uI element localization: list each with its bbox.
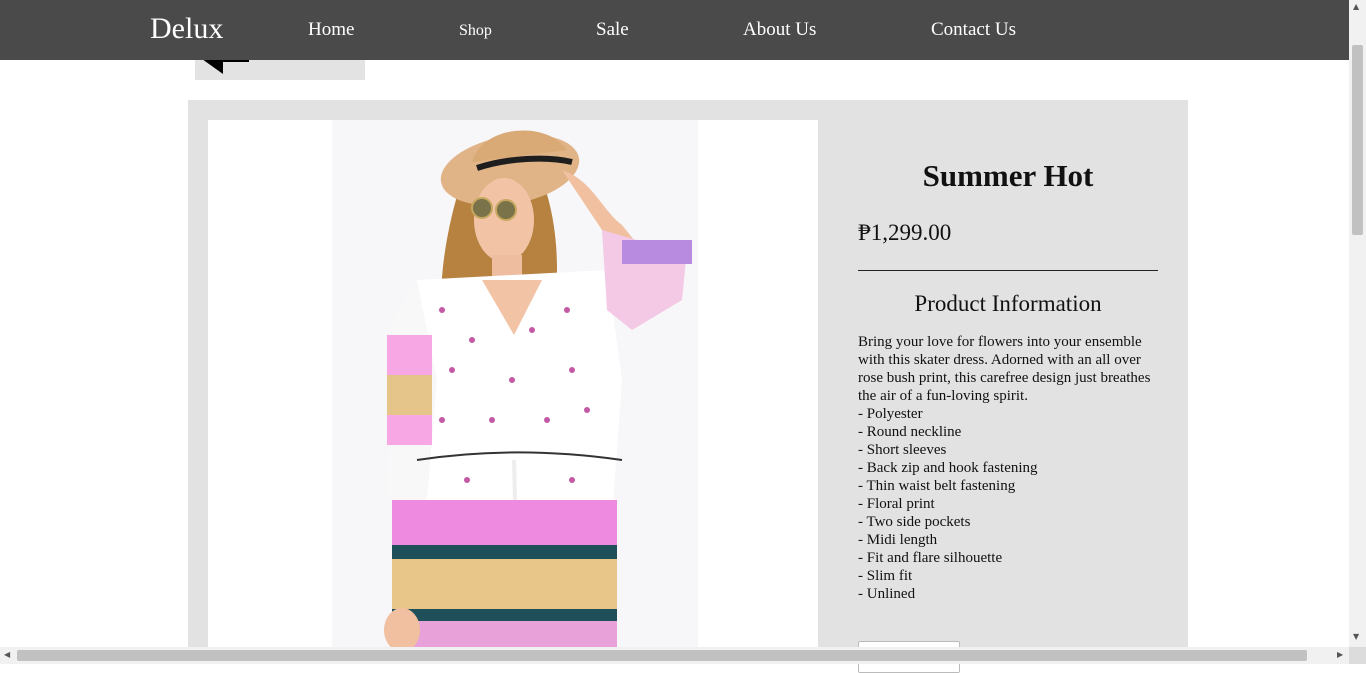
vertical-scroll-thumb[interactable]	[1352, 45, 1363, 235]
product-info-heading: Product Information	[914, 291, 1102, 316]
feature-item: - Thin waist belt fastening	[858, 478, 1016, 494]
feature-item: - Round neckline	[858, 424, 962, 440]
feature-item: - Fit and flare silhouette	[858, 550, 1003, 566]
feature-item: - Short sleeves	[858, 442, 947, 458]
feature-item: - Slim fit	[858, 568, 913, 584]
model-in-dress-illustration	[332, 120, 698, 660]
brand-logo[interactable]: Delux	[150, 12, 223, 46]
feature-item: - Midi length	[858, 532, 938, 548]
scroll-down-icon[interactable]: ▼	[1353, 632, 1359, 641]
product-image	[208, 120, 818, 660]
product-price: ₱1,299.00	[858, 220, 952, 245]
scrollbar-corner	[1349, 647, 1366, 664]
feature-item: - Floral print	[858, 496, 935, 512]
nav-link-home[interactable]: Home	[308, 19, 354, 41]
nav-link-shop[interactable]: Shop	[459, 22, 492, 40]
feature-item: - Two side pockets	[858, 514, 971, 530]
scroll-right-icon[interactable]: ▶	[1337, 650, 1343, 659]
product-info: Summer Hot ₱1,299.00 Product Information…	[858, 120, 1158, 603]
scroll-left-icon[interactable]: ◀	[4, 650, 10, 659]
navbar: Delux Home Shop Sale About Us Contact Us	[0, 0, 1349, 60]
horizontal-scroll-thumb[interactable]	[17, 650, 1307, 661]
feature-item: - Unlined	[858, 586, 916, 602]
product-description: Bring your love for flowers into your en…	[858, 334, 1151, 404]
vertical-scrollbar[interactable]: ▲ ▼	[1349, 0, 1366, 647]
horizontal-scrollbar[interactable]: ◀ ▶	[0, 647, 1349, 664]
feature-item: - Back zip and hook fastening	[858, 460, 1038, 476]
product-title: Summer Hot	[922, 158, 1094, 193]
divider	[858, 270, 1158, 271]
product-panel: Summer Hot ₱1,299.00 Product Information…	[188, 100, 1188, 673]
scroll-up-icon[interactable]: ▲	[1353, 2, 1359, 11]
nav-link-contact-us[interactable]: Contact Us	[931, 19, 1016, 41]
feature-item: - Polyester	[858, 406, 923, 422]
feature-list: - Polyester - Round neckline - Short sle…	[858, 405, 1158, 603]
nav-link-sale[interactable]: Sale	[596, 19, 629, 41]
nav-link-about-us[interactable]: About Us	[743, 19, 816, 41]
